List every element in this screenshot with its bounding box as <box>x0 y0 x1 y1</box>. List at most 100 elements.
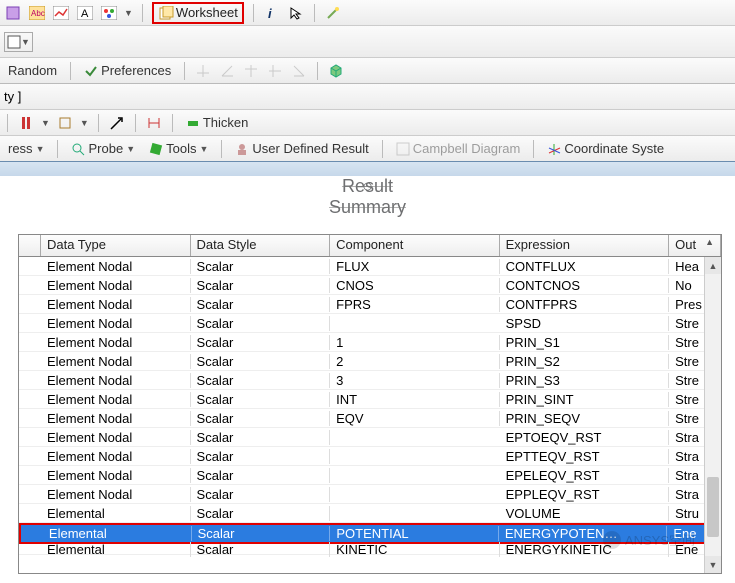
cell-data-style: Scalar <box>191 449 331 464</box>
table-body: Element NodalScalarFLUXCONTFLUXHeaElemen… <box>19 257 721 555</box>
scroll-thumb[interactable] <box>707 477 719 537</box>
separator <box>57 140 58 158</box>
svg-text:A: A <box>81 8 89 20</box>
table-row[interactable]: Element NodalScalarFPRSCONTFPRSPres <box>19 295 721 314</box>
palette-icon[interactable] <box>100 4 118 22</box>
preferences-button[interactable]: Preferences <box>80 60 175 82</box>
worksheet-icon <box>158 4 176 22</box>
cell-component: FPRS <box>330 297 500 312</box>
toolbar-row-1: Abc A ▼ Worksheet i <box>0 0 735 26</box>
axis3-icon <box>242 62 260 80</box>
table-row[interactable]: Element NodalScalarSPSDStre <box>19 314 721 333</box>
cell-data-style: Scalar <box>191 430 331 445</box>
worksheet-label: Worksheet <box>176 5 238 20</box>
cube-icon[interactable] <box>327 62 345 80</box>
box-icon <box>7 35 21 49</box>
toolbar-gradient-strip <box>0 162 735 176</box>
random-button[interactable]: Random <box>4 60 61 82</box>
cell-expression: SPSD <box>500 316 670 331</box>
table-row[interactable]: Element NodalScalarINTPRIN_SINTStre <box>19 390 721 409</box>
cell-data-type: Elemental <box>41 542 191 557</box>
cell-data-type: Element Nodal <box>41 487 191 502</box>
col-component[interactable]: Component <box>330 235 500 256</box>
col-expression[interactable]: Expression <box>500 235 670 256</box>
separator <box>70 62 71 80</box>
cell-data-style: Scalar <box>191 373 331 388</box>
col-handle[interactable] <box>19 235 41 256</box>
cell-expression: PRIN_S3 <box>500 373 670 388</box>
cell-expression: EPELEQV_RST <box>500 468 670 483</box>
symmetry-icon[interactable] <box>4 4 22 22</box>
table-header-row: Data Type Data Style Component Expressio… <box>19 235 721 257</box>
cell-data-type: Element Nodal <box>41 373 191 388</box>
separator <box>221 140 222 158</box>
cell-expression: PRIN_SINT <box>500 392 670 407</box>
col-output[interactable]: Out▲ <box>669 235 721 256</box>
table-row[interactable]: Element NodalScalarEPTTEQV_RSTStra <box>19 447 721 466</box>
pointer-arrow-icon[interactable] <box>287 4 305 22</box>
cell-data-style: Scalar <box>191 297 331 312</box>
table-row[interactable]: Element NodalScalar1PRIN_S1Stre <box>19 333 721 352</box>
cell-data-style: Scalar <box>191 542 331 557</box>
toolbar-row-3: Random Preferences <box>0 58 735 84</box>
tool-a-icon[interactable] <box>17 114 35 132</box>
col-data-style[interactable]: Data Style <box>191 235 331 256</box>
scroll-up-button[interactable]: ▲ <box>705 257 721 274</box>
coordinate-system-button[interactable]: Coordinate Syste <box>543 138 668 160</box>
probe-button[interactable]: Probe▼ <box>67 138 139 160</box>
campbell-diagram-button: Campbell Diagram <box>392 138 525 160</box>
scroll-down-button[interactable]: ▼ <box>705 556 721 573</box>
chart-icon[interactable] <box>52 4 70 22</box>
separator <box>184 62 185 80</box>
separator <box>382 140 383 158</box>
cell-data-style: Scalar <box>192 526 331 541</box>
diagram-icon <box>396 142 410 156</box>
tools-button[interactable]: Tools▼ <box>145 138 212 160</box>
text-a-icon[interactable]: A <box>76 4 94 22</box>
thicken-button[interactable]: Thicken <box>182 112 253 134</box>
cell-data-type: Element Nodal <box>41 411 191 426</box>
abc-icon[interactable]: Abc <box>28 4 46 22</box>
table-row[interactable]: Element NodalScalar3PRIN_S3Stre <box>19 371 721 390</box>
cell-data-style: Scalar <box>191 392 331 407</box>
cell-component: CNOS <box>330 278 500 293</box>
axis4-icon <box>266 62 284 80</box>
col-data-type[interactable]: Data Type <box>41 235 191 256</box>
cell-expression: EPTTEQV_RST <box>500 449 670 464</box>
watermark: ANSYS空间 <box>603 530 695 549</box>
table-row[interactable]: Element NodalScalarCNOSCONTCNOSNo <box>19 276 721 295</box>
table-row[interactable]: Element NodalScalarEPTOEQV_RSTStra <box>19 428 721 447</box>
user-defined-result-button[interactable]: User Defined Result <box>231 138 372 160</box>
checkmark-icon <box>84 64 98 78</box>
color-selector[interactable]: ▼ <box>4 32 33 52</box>
separator <box>135 114 136 132</box>
separator <box>314 4 315 22</box>
cell-expression: CONTCNOS <box>500 278 670 293</box>
ress-button[interactable]: ress▼ <box>4 138 48 160</box>
cell-expression: PRIN_S2 <box>500 354 670 369</box>
dropdown-arrow-icon[interactable]: ▼ <box>41 118 50 128</box>
worksheet-button[interactable]: Worksheet <box>152 2 244 24</box>
table-row[interactable]: Element NodalScalarEPELEQV_RSTStra <box>19 466 721 485</box>
dimension-icon[interactable] <box>145 114 163 132</box>
wand-icon[interactable] <box>324 4 342 22</box>
tool-b-icon[interactable] <box>56 114 74 132</box>
cell-data-type: Element Nodal <box>41 335 191 350</box>
cell-data-style: Scalar <box>191 468 331 483</box>
watermark-icon <box>603 531 621 549</box>
table-row[interactable]: Element NodalScalarEQVPRIN_SEQVStre <box>19 409 721 428</box>
axis1-icon <box>194 62 212 80</box>
table-row[interactable]: Element NodalScalarEPPLEQV_RSTStra <box>19 485 721 504</box>
info-icon[interactable]: i <box>263 4 281 22</box>
vertical-scrollbar[interactable]: ▲ ▼ <box>704 257 721 573</box>
dropdown-arrow-icon[interactable]: ▼ <box>80 118 89 128</box>
table-row[interactable]: Element NodalScalar2PRIN_S2Stre <box>19 352 721 371</box>
table-row[interactable]: Element NodalScalarFLUXCONTFLUXHea <box>19 257 721 276</box>
tools-icon <box>149 142 163 156</box>
dropdown-arrow-icon[interactable]: ▼ <box>124 8 133 18</box>
axis5-icon <box>290 62 308 80</box>
user-icon <box>235 142 249 156</box>
arrow-icon[interactable] <box>108 114 126 132</box>
table-row[interactable]: ElementalScalarVOLUMEStru <box>19 504 721 523</box>
cell-data-style: Scalar <box>191 354 331 369</box>
